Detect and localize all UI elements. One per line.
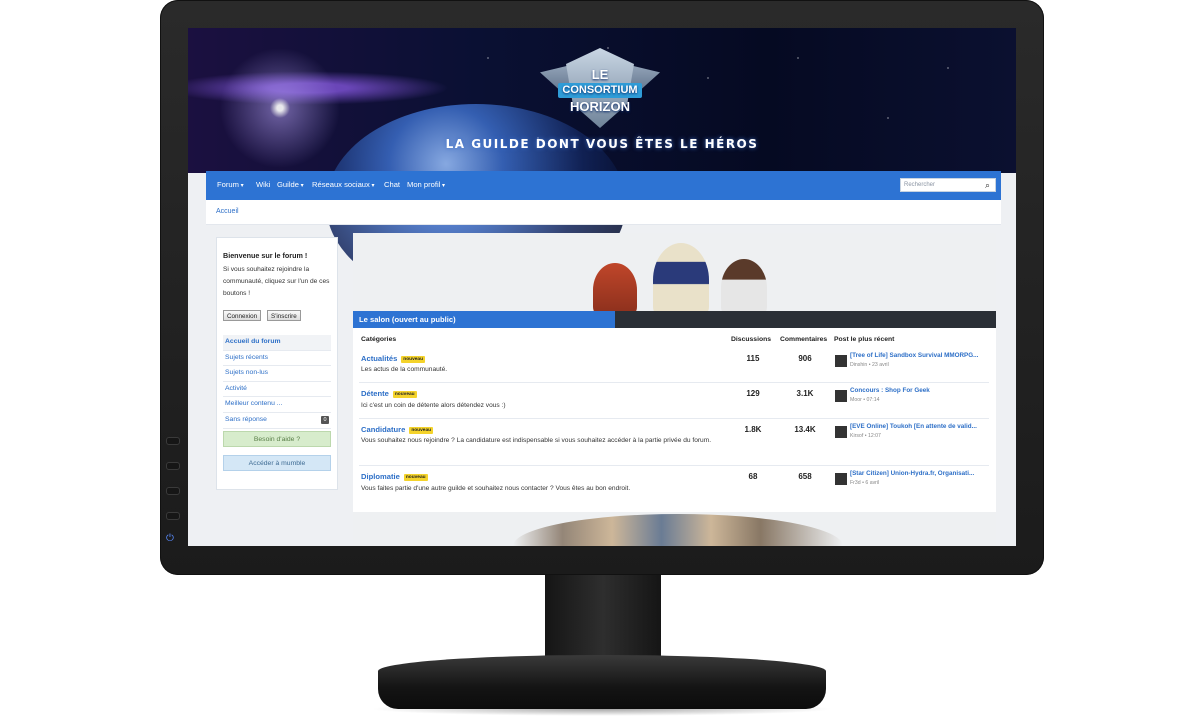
category-link[interactable]: Candidature nouveau	[361, 425, 434, 434]
header-discussions: Discussions	[731, 336, 772, 343]
category-name: Actualités	[361, 354, 398, 363]
monitor-stand-base	[378, 655, 826, 709]
sidebar-item-label: Meilleur contenu ...	[225, 400, 283, 408]
register-button[interactable]: S'inscrire	[267, 310, 301, 321]
category-name: Candidature	[361, 425, 406, 434]
sidebar-item-label: Sujets récents	[225, 353, 269, 361]
category-row: Actualités nouveau Les actus de la commun…	[359, 347, 989, 383]
category-link[interactable]: Détente nouveau	[361, 389, 417, 398]
section-title[interactable]: Le salon (ouvert au public)	[353, 311, 615, 328]
heroes-bottom-illustration	[513, 514, 843, 546]
discussions-count: 129	[746, 389, 760, 398]
category-name: Diplomatie	[361, 472, 400, 481]
sidebar-item-activite[interactable]: Activité	[223, 382, 331, 398]
avatar[interactable]	[835, 355, 847, 367]
category-description: Les actus de la communauté.	[361, 366, 448, 373]
screen: LE CONSORTIUM HORIZON LA GUILDE DONT VOU…	[188, 28, 1016, 546]
category-row: Candidature nouveau Vous souhaitez nous r…	[359, 418, 989, 466]
sidebar-item-sujets-recents[interactable]: Sujets récents	[223, 351, 331, 367]
mumble-button[interactable]: Accéder à mumble	[223, 455, 331, 471]
new-badge: nouveau	[401, 355, 426, 363]
discussions-count: 115	[746, 354, 760, 363]
comments-count: 13.4K	[794, 425, 816, 434]
nav-chat[interactable]: Chat	[384, 180, 400, 189]
avatar[interactable]	[835, 426, 847, 438]
category-row: Diplomatie nouveau Vous faites partie d'u…	[359, 465, 989, 501]
search-input[interactable]: Rechercher ⌕	[900, 178, 996, 192]
nav-reseaux-sociaux[interactable]: Réseaux sociaux	[312, 180, 375, 189]
category-row: Détente nouveau Ici c'est un coin de déte…	[359, 382, 989, 419]
sidebar: Bienvenue sur le forum ! Si vous souhait…	[216, 237, 338, 490]
sidebar-item-sujets-non-lus[interactable]: Sujets non-lus	[223, 366, 331, 382]
new-badge: nouveau	[403, 473, 428, 481]
main-content: Le salon (ouvert au public) Catégories D…	[353, 233, 996, 546]
recent-post-meta: Moor • 07:14	[850, 397, 880, 403]
nav-wiki[interactable]: Wiki	[256, 180, 270, 189]
recent-post-meta: Dinshin • 23 avril	[850, 362, 889, 368]
site-logo[interactable]: LE CONSORTIUM HORIZON	[558, 68, 642, 113]
recent-post-link[interactable]: [Tree of Life] Sandbox Survival MMORPG..…	[850, 352, 990, 359]
category-description: Ici c'est un coin de détente alors déten…	[361, 402, 506, 409]
monitor-stand-neck	[545, 575, 661, 665]
categories-table: Catégories Discussions Commentaires Post…	[353, 328, 996, 512]
avatar[interactable]	[835, 390, 847, 402]
avatar[interactable]	[835, 473, 847, 485]
header-recent: Post le plus récent	[834, 336, 895, 343]
recent-post-link[interactable]: [EVE Online] Toukoh [En attente de valid…	[850, 423, 990, 430]
monitor-side-button	[166, 437, 180, 445]
help-button[interactable]: Besoin d'aide ?	[223, 431, 331, 447]
main-nav: Forum Wiki Guilde Réseaux sociaux Chat M…	[206, 171, 1001, 200]
sidebar-item-label: Sans réponse	[225, 415, 267, 423]
monitor-side-button	[166, 512, 180, 520]
new-badge: nouveau	[409, 426, 434, 434]
comments-count: 658	[798, 472, 812, 481]
sidebar-item-label: Activité	[225, 384, 247, 392]
breadcrumb: Accueil	[206, 200, 1001, 225]
search-placeholder: Rechercher	[904, 182, 936, 188]
monitor-side-button	[166, 462, 180, 470]
sidebar-item-sans-reponse[interactable]: Sans réponse 0	[223, 413, 331, 429]
recent-post-meta: Kirsof • 12:07	[850, 433, 881, 439]
discussions-count: 1.8K	[744, 425, 762, 434]
logo-word-middle: CONSORTIUM	[558, 83, 642, 98]
recent-post-link[interactable]: Concours : Shop For Geek	[850, 387, 990, 394]
category-link[interactable]: Diplomatie nouveau	[361, 472, 428, 481]
count-badge: 0	[321, 415, 329, 424]
nav-guilde[interactable]: Guilde	[277, 180, 304, 189]
discussions-count: 68	[748, 472, 758, 481]
sidebar-item-label: Sujets non-lus	[225, 369, 269, 377]
category-name: Détente	[361, 389, 389, 398]
sidebar-item-meilleur-contenu[interactable]: Meilleur contenu ...	[223, 397, 331, 413]
sidebar-item-label: Accueil du forum	[225, 338, 281, 345]
heroes-illustration	[583, 239, 783, 317]
header-categories: Catégories	[361, 336, 397, 343]
nav-mon-profil[interactable]: Mon profil	[407, 180, 445, 189]
sidebar-menu: Accueil du forum Sujets récents Sujets n…	[223, 335, 331, 429]
sidebar-item-accueil[interactable]: Accueil du forum	[223, 335, 331, 351]
comments-count: 906	[798, 354, 812, 363]
new-badge: nouveau	[392, 390, 417, 398]
breadcrumb-home[interactable]: Accueil	[216, 208, 239, 215]
section-header: Le salon (ouvert au public)	[353, 311, 996, 328]
tagline: LA GUILDE DONT VOUS ÊTES LE HÉROS	[445, 137, 759, 151]
category-description: Vous faites partie d'une autre guilde et…	[361, 485, 631, 492]
power-icon: ⏻	[166, 533, 174, 544]
comments-count: 3.1K	[796, 389, 814, 398]
category-link[interactable]: Actualités nouveau	[361, 354, 426, 363]
recent-post-link[interactable]: [Star Citizen] Union-Hydra.fr, Organisat…	[850, 470, 990, 477]
category-description: Vous souhaitez nous rejoindre ? La candi…	[361, 437, 712, 444]
nav-forum[interactable]: Forum	[217, 180, 244, 189]
header-comments: Commentaires	[780, 336, 828, 343]
welcome-title: Bienvenue sur le forum !	[223, 251, 308, 260]
logo-word-bottom: HORIZON	[570, 99, 630, 114]
search-icon[interactable]: ⌕	[982, 180, 993, 191]
welcome-text: Si vous souhaitez rejoindre la communaut…	[223, 266, 330, 297]
monitor-side-button	[166, 487, 180, 495]
logo-word-top: LE	[591, 67, 609, 82]
login-button[interactable]: Connexion	[223, 310, 262, 321]
recent-post-meta: Fr3d • 6 avril	[850, 480, 880, 486]
